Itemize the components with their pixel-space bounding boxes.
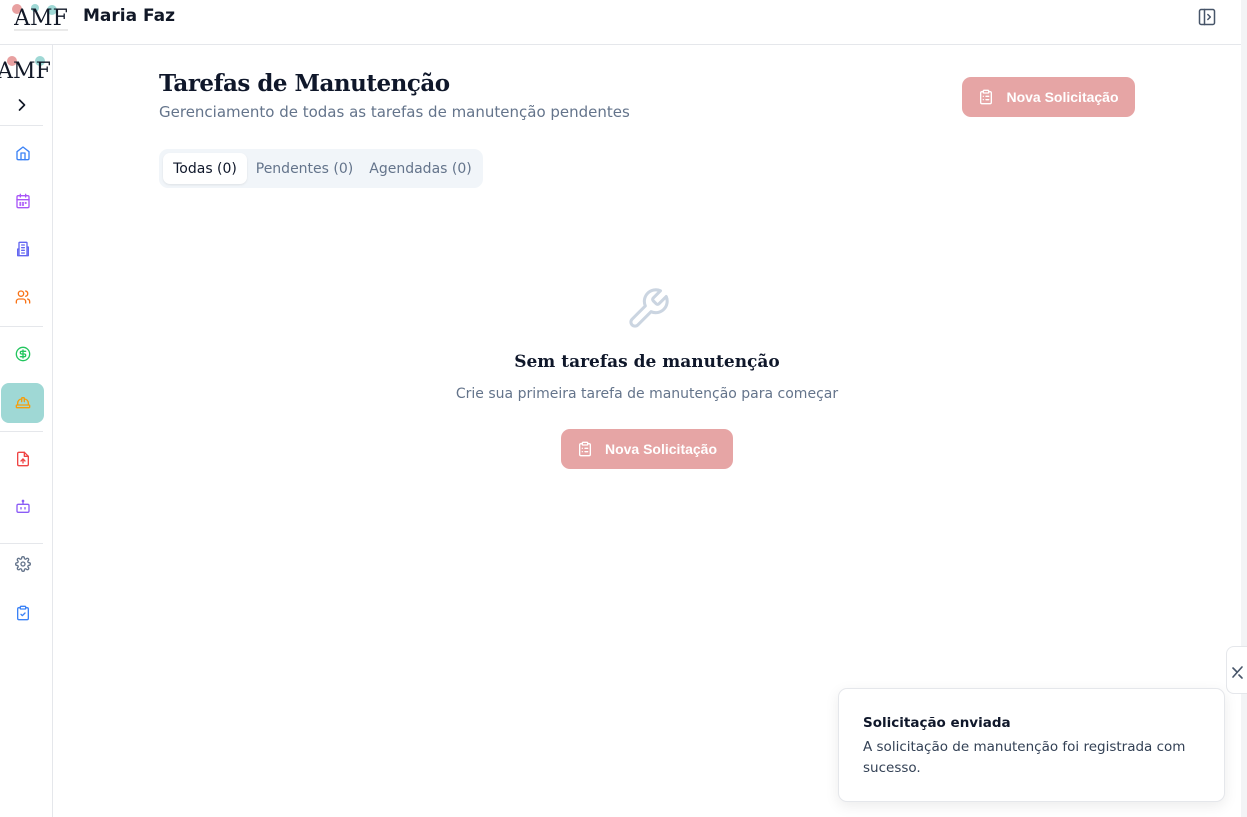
new-request-label: Nova Solicitação [1006,89,1119,105]
sidebar-item-users[interactable] [1,277,44,317]
building-icon [16,241,29,257]
floating-tool-tab[interactable] [1226,646,1247,694]
toast-body: A solicitação de manutenção foi registra… [863,739,1186,776]
amf-logo[interactable]: AMF [10,2,72,34]
page-title: Tarefas de Manutenção [159,70,450,97]
hard-hat-icon [15,397,30,409]
top-header: AMF Maria Faz [0,0,1241,45]
sidebar-item-properties[interactable] [1,229,44,269]
empty-state-description: Crie sua primeira tarefa de manutenção p… [455,386,839,402]
empty-new-request-label: Nova Solicitação [604,441,718,457]
tab-scheduled[interactable]: Agendadas (0) [362,153,479,184]
gear-icon [14,556,31,572]
toast-title: Solicitação enviada [863,715,1011,731]
sidebar-item-files[interactable] [1,439,44,479]
file-upload-icon [16,451,29,467]
sidebar-item-finance[interactable] [1,334,44,374]
panel-right-icon[interactable] [1197,7,1217,27]
toast-notification[interactable]: Solicitação enviada A solicitação de man… [838,688,1225,802]
bot-icon [15,499,30,513]
clipboard-check-icon [16,605,29,621]
page-subtitle: Gerenciamento de todas as tarefas de man… [159,103,630,121]
sidebar-divider [0,125,43,126]
clipboard-list-icon [980,89,993,105]
svg-text:AMF: AMF [13,6,68,31]
tool-icon [1232,666,1243,679]
sidebar-divider [0,431,43,432]
dollar-circle-icon [15,346,30,362]
sidebar-item-maintenance[interactable] [1,383,44,423]
calendar-icon [15,193,30,209]
task-filter-tabs: Todas (0) Pendentes (0) Agendadas (0) [159,149,483,188]
sidebar-item-settings[interactable] [1,544,44,584]
sidebar-item-calendar[interactable] [1,181,44,221]
sidebar-logo[interactable]: AMF [0,52,52,86]
sidebar-item-assistant[interactable] [1,487,44,527]
new-request-button[interactable]: Nova Solicitação [962,77,1135,117]
sidebar-item-checklist[interactable] [1,593,44,633]
chevron-right-icon[interactable] [12,95,32,115]
sidebar-item-home[interactable] [1,133,44,173]
clipboard-list-icon [578,441,591,457]
sidebar-divider [0,326,43,327]
empty-state-title: Sem tarefas de manutenção [514,352,780,372]
wrench-icon [629,288,669,328]
sidebar: AMF [0,45,53,817]
svg-text:AMF: AMF [0,59,51,84]
empty-new-request-button[interactable]: Nova Solicitação [561,429,733,469]
brand-name: Maria Faz [83,6,175,26]
users-icon [15,290,30,304]
tab-pending[interactable]: Pendentes (0) [249,153,360,184]
tab-all[interactable]: Todas (0) [163,153,247,184]
home-icon [15,146,30,161]
